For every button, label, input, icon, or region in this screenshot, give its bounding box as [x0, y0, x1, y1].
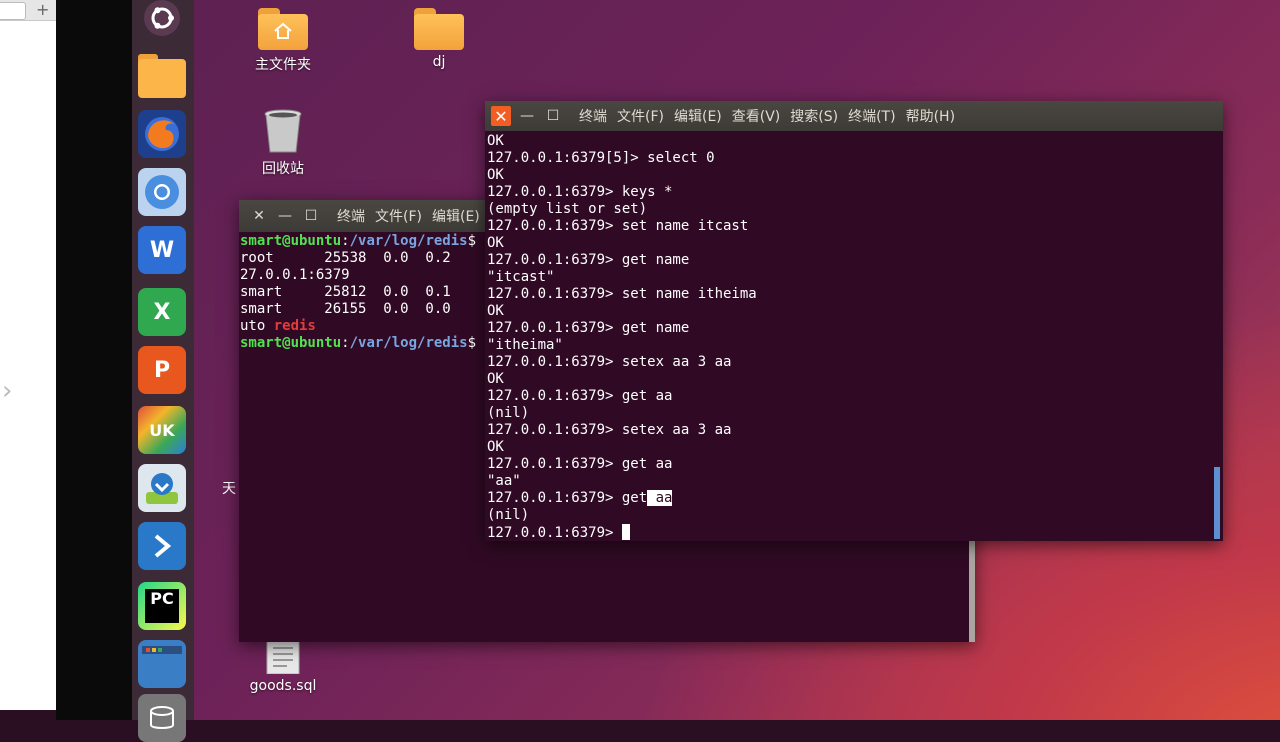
- terminal-line: 127.0.0.1:6379> setex aa 3 aa: [487, 422, 732, 438]
- terminal-line: 127.0.0.1:6379> get name: [487, 252, 690, 268]
- desktop-icon-label: goods.sql: [249, 678, 317, 694]
- pycharm-icon[interactable]: PC: [138, 582, 186, 630]
- menu-terminal[interactable]: 终端: [337, 206, 365, 226]
- new-tab-button[interactable]: +: [36, 0, 49, 20]
- terminal-segment: uto: [240, 318, 274, 334]
- prompt-text: 127.0.0.1:6379>: [487, 525, 622, 541]
- terminal-line: 127.0.0.1:6379> get aa: [487, 388, 673, 404]
- menu-edit[interactable]: 编辑(E): [674, 106, 722, 126]
- terminal-line: 127.0.0.1:6379> get aa: [487, 490, 1223, 507]
- desktop-icon-label: 回收站: [262, 161, 304, 177]
- selected-text: aa: [647, 490, 673, 506]
- partial-label: 天: [222, 481, 236, 497]
- terminal-segment: redis: [273, 318, 316, 334]
- home-folder-icon: [258, 8, 308, 50]
- menu-terminal-t[interactable]: 终端(T): [848, 106, 895, 126]
- desktop-goods-sql[interactable]: goods.sql: [238, 640, 328, 694]
- maximize-icon[interactable]: ☐: [543, 106, 563, 126]
- browser-tab[interactable]: [0, 2, 26, 20]
- terminal-line: OK: [487, 371, 504, 387]
- terminal-icon[interactable]: [138, 522, 186, 570]
- browser-window-partial: + ›: [0, 0, 57, 710]
- terminal-line: OK: [487, 235, 504, 251]
- trash-icon: [264, 109, 302, 153]
- terminal-segment: smart 25812 0.0 0.1: [240, 284, 468, 300]
- wps-spreadsheets-icon[interactable]: X: [138, 288, 186, 336]
- terminal-front-output[interactable]: OK 127.0.0.1:6379[5]> select 0 OK 127.0.0.1…: [485, 133, 1223, 541]
- minimize-icon[interactable]: —: [517, 106, 537, 126]
- terminal-segment: /var/log/redis: [349, 233, 468, 249]
- terminal-segment: smart 26155 0.0 0.0: [240, 301, 468, 317]
- desktop-trash[interactable]: 回收站: [238, 108, 328, 178]
- chromium-icon[interactable]: [138, 168, 186, 216]
- terminal-front-titlebar[interactable]: ✕ — ☐ 终端 文件(F) 编辑(E) 查看(V) 搜索(S) 终端(T) 帮…: [485, 101, 1223, 131]
- terminal-line: "itcast": [487, 269, 555, 285]
- maximize-icon[interactable]: ☐: [301, 206, 321, 226]
- menu-terminal[interactable]: 终端: [579, 106, 607, 126]
- terminal-line: 127.0.0.1:6379> setex aa 3 aa: [487, 354, 732, 370]
- terminal-line: "itheima": [487, 337, 563, 353]
- terminal-line: 127.0.0.1:6379> get name: [487, 320, 690, 336]
- scrollbar-thumb[interactable]: [969, 540, 975, 642]
- terminal-line: (empty list or set): [487, 201, 648, 217]
- desktop-home-folder[interactable]: 主文件夹: [238, 8, 328, 74]
- terminal-line: (nil): [487, 507, 530, 523]
- ubuntu-dash-icon[interactable]: [138, 0, 186, 42]
- scrollbar-thumb[interactable]: [1214, 467, 1220, 539]
- terminal-line: OK: [487, 439, 504, 455]
- terminal-line: "aa": [487, 473, 521, 489]
- terminal-segment: /var/log/redis: [349, 335, 468, 351]
- terminal-line: 127.0.0.1:6379> set name itcast: [487, 218, 749, 234]
- backup-tool-icon[interactable]: [138, 464, 186, 512]
- terminal-window-front[interactable]: ✕ — ☐ 终端 文件(F) 编辑(E) 查看(V) 搜索(S) 终端(T) 帮…: [485, 101, 1223, 541]
- terminal-segment: root 25538 0.0 0.2: [240, 250, 468, 266]
- terminal-line: OK: [487, 167, 504, 183]
- wps-writer-icon[interactable]: W: [138, 226, 186, 274]
- desktop-icon-label: 主文件夹: [255, 57, 311, 73]
- terminal-segment: :: [341, 335, 350, 351]
- menu-view[interactable]: 查看(V): [732, 106, 781, 126]
- menu-help[interactable]: 帮助(H): [906, 106, 955, 126]
- terminal-segment: $: [467, 233, 477, 249]
- dark-panel: [56, 0, 132, 720]
- menu-edit[interactable]: 编辑(E): [432, 206, 480, 226]
- workspace-icon[interactable]: [138, 640, 186, 688]
- menu-search[interactable]: 搜索(S): [790, 106, 838, 126]
- text-file-icon: [266, 640, 300, 674]
- desktop-dj-folder[interactable]: dj: [394, 8, 484, 70]
- close-icon[interactable]: ✕: [249, 206, 269, 226]
- terminal-segment: smart@ubuntu: [240, 335, 342, 351]
- minimize-icon[interactable]: —: [275, 206, 295, 226]
- text-cursor: [621, 524, 630, 540]
- browser-tabbar: +: [0, 0, 56, 21]
- terminal-segment: smart@ubuntu: [240, 233, 342, 249]
- terminal-segment: $: [467, 335, 477, 351]
- database-icon[interactable]: [138, 694, 186, 742]
- close-icon[interactable]: ✕: [491, 106, 511, 126]
- software-center-icon[interactable]: UK: [138, 406, 186, 454]
- terminal-line: OK: [487, 133, 504, 149]
- chevron-right-icon[interactable]: ›: [2, 378, 12, 404]
- terminal-segment: :: [341, 233, 350, 249]
- files-icon[interactable]: [138, 52, 186, 100]
- menu-file[interactable]: 文件(F): [375, 206, 422, 226]
- terminal-segment: 27.0.0.1:6379: [240, 267, 350, 283]
- wps-presentation-icon[interactable]: P: [138, 346, 186, 394]
- terminal-line: 127.0.0.1:6379> set name itheima: [487, 286, 757, 302]
- prompt-line[interactable]: 127.0.0.1:6379>: [487, 524, 1223, 541]
- menu-file[interactable]: 文件(F): [617, 106, 664, 126]
- firefox-icon[interactable]: [138, 110, 186, 158]
- terminal-line: (nil): [487, 405, 530, 421]
- command-text: 127.0.0.1:6379> get: [487, 490, 648, 506]
- terminal-line: 127.0.0.1:6379[5]> select 0: [487, 150, 715, 166]
- pycharm-label: PC: [145, 589, 179, 623]
- folder-icon: [414, 8, 464, 50]
- terminal-line: OK: [487, 303, 504, 319]
- terminal-line: 127.0.0.1:6379> keys *: [487, 184, 673, 200]
- terminal-line: 127.0.0.1:6379> get aa: [487, 456, 673, 472]
- desktop-icon-label: dj: [432, 54, 446, 70]
- launcher: W X P UK PC: [132, 0, 194, 742]
